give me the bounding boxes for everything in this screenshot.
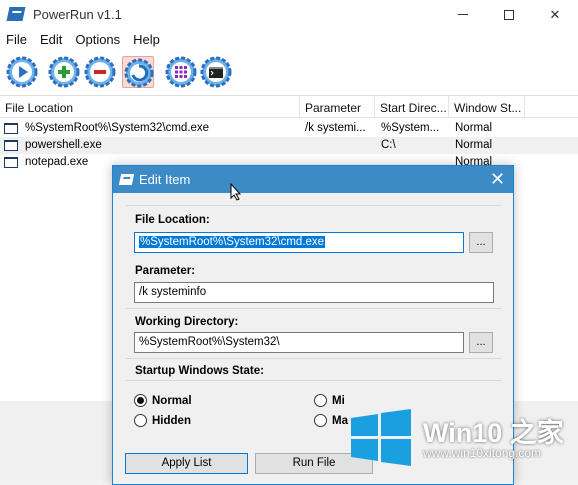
cell-window-state: Normal bbox=[455, 139, 493, 151]
file-icon bbox=[4, 123, 18, 134]
grid-icon bbox=[165, 56, 197, 88]
file-icon bbox=[4, 140, 18, 151]
divider bbox=[126, 205, 501, 206]
windows-logo-icon bbox=[351, 409, 411, 466]
watermark: Win10 之家 www.win10xitong.com bbox=[343, 398, 578, 480]
edit-icon bbox=[124, 58, 154, 88]
radio-selected-icon bbox=[134, 394, 147, 407]
file-location-browse-button[interactable]: ... bbox=[469, 232, 493, 253]
run-button[interactable] bbox=[6, 56, 38, 88]
title-bar: PowerRun v1.1 ✕ bbox=[0, 0, 578, 29]
cell-start-directory: C:\ bbox=[381, 139, 396, 151]
working-directory-browse-button[interactable]: ... bbox=[469, 332, 493, 353]
list-row[interactable]: %SystemRoot%\System32\cmd.exe /k systemi… bbox=[0, 120, 578, 137]
radio-unselected-icon bbox=[134, 414, 147, 427]
close-icon: ✕ bbox=[549, 6, 561, 22]
menu-help[interactable]: Help bbox=[133, 30, 160, 50]
console-icon bbox=[200, 56, 232, 88]
close-icon: ✕ bbox=[489, 169, 506, 189]
list-header: File Location Parameter Start Direc... W… bbox=[0, 96, 578, 118]
remove-button[interactable] bbox=[84, 56, 116, 88]
watermark-title: Win10 之家 bbox=[423, 418, 564, 448]
window-title: PowerRun v1.1 bbox=[33, 7, 122, 22]
dialog-title-bar[interactable]: Edit Item ✕ bbox=[113, 166, 513, 193]
add-button[interactable] bbox=[48, 56, 80, 88]
dialog-title: Edit Item bbox=[139, 172, 191, 187]
minus-icon bbox=[84, 56, 116, 88]
menu-options[interactable]: Options bbox=[75, 30, 120, 50]
watermark-url: www.win10xitong.com bbox=[423, 446, 542, 460]
radio-unselected-icon bbox=[314, 394, 327, 407]
app-icon bbox=[6, 7, 26, 21]
radio-normal[interactable]: Normal bbox=[134, 394, 192, 407]
file-location-label: File Location: bbox=[135, 214, 210, 226]
divider bbox=[126, 358, 501, 359]
parameter-label: Parameter: bbox=[135, 265, 196, 277]
minimize-icon bbox=[458, 14, 468, 15]
radio-minimized[interactable]: Mi bbox=[314, 394, 345, 407]
cell-parameter: /k systemi... bbox=[305, 122, 366, 134]
dialog-close-button[interactable]: ✕ bbox=[484, 167, 511, 192]
maximize-icon bbox=[504, 9, 514, 20]
radio-hidden-label: Hidden bbox=[152, 414, 191, 427]
apply-list-button[interactable]: Apply List bbox=[125, 453, 248, 474]
minimize-button[interactable] bbox=[440, 0, 486, 29]
radio-hidden[interactable]: Hidden bbox=[134, 414, 191, 427]
menu-file[interactable]: File bbox=[6, 30, 27, 50]
column-window-state[interactable]: Window St... bbox=[449, 96, 525, 118]
cell-file-location: powershell.exe bbox=[25, 139, 102, 151]
play-icon bbox=[6, 56, 38, 88]
divider bbox=[126, 308, 501, 309]
edit-button[interactable] bbox=[122, 56, 154, 88]
cell-start-directory: %System... bbox=[381, 122, 440, 134]
column-start-directory[interactable]: Start Direc... bbox=[375, 96, 449, 118]
divider bbox=[126, 380, 501, 381]
maximize-button[interactable] bbox=[486, 0, 532, 29]
dialog-app-icon bbox=[118, 174, 135, 185]
radio-unselected-icon bbox=[314, 414, 327, 427]
working-directory-input[interactable]: %SystemRoot%\System32\ bbox=[134, 332, 464, 353]
menu-bar: File Edit Options Help bbox=[0, 30, 578, 50]
select-all-button[interactable] bbox=[165, 56, 197, 88]
toolbar bbox=[0, 52, 578, 92]
cmd-button[interactable] bbox=[200, 56, 232, 88]
file-location-value: %SystemRoot%\System32\cmd.exe bbox=[139, 236, 326, 248]
mouse-cursor-icon bbox=[230, 183, 242, 201]
working-directory-label: Working Directory: bbox=[135, 316, 239, 328]
column-file-location[interactable]: File Location bbox=[0, 96, 300, 118]
radio-normal-label: Normal bbox=[152, 394, 192, 407]
plus-icon bbox=[48, 56, 80, 88]
file-location-input[interactable]: %SystemRoot%\System32\cmd.exe bbox=[134, 232, 464, 253]
column-parameter[interactable]: Parameter bbox=[300, 96, 375, 118]
file-icon bbox=[4, 157, 18, 168]
cell-window-state: Normal bbox=[455, 122, 493, 134]
cell-file-location: %SystemRoot%\System32\cmd.exe bbox=[25, 122, 210, 134]
list-row[interactable]: powershell.exe C:\ Normal bbox=[0, 137, 578, 154]
close-button[interactable]: ✕ bbox=[532, 0, 578, 29]
menu-edit[interactable]: Edit bbox=[40, 30, 62, 50]
startup-state-label: Startup Windows State: bbox=[135, 365, 264, 377]
parameter-input[interactable]: /k systeminfo bbox=[134, 282, 494, 303]
